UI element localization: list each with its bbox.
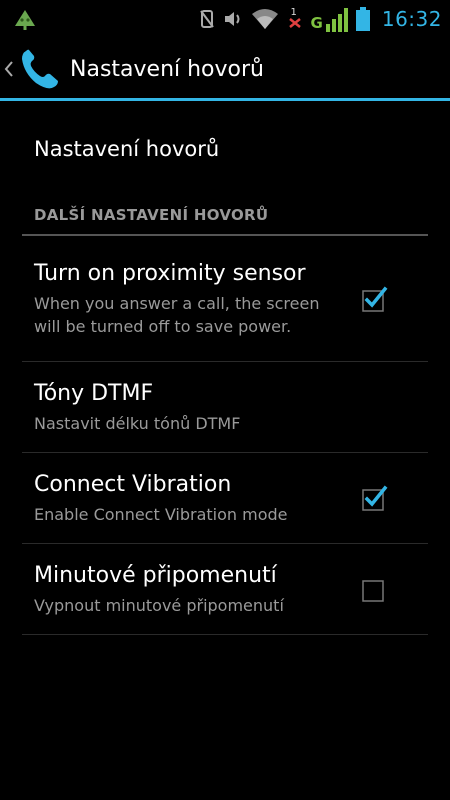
wifi-icon (251, 9, 278, 29)
proximity-sensor-checkbox[interactable] (362, 286, 388, 312)
silent-icon (199, 10, 214, 28)
category-title: DALŠÍ NASTAVENÍ HOVORŮ (34, 206, 269, 224)
category-header: DALŠÍ NASTAVENÍ HOVORŮ (22, 196, 428, 236)
status-bar: 1 G 16:32 (0, 0, 450, 38)
pref-summary: When you answer a call, the screen will … (34, 293, 320, 336)
battery-icon (355, 7, 370, 31)
signal-indicator: G (311, 6, 348, 32)
pref-item-proximity-sensor[interactable]: Turn on proximity sensor When you answer… (22, 236, 428, 362)
pref-item-connect-vibration[interactable]: Connect Vibration Enable Connect Vibrati… (22, 453, 428, 544)
network-type: G (310, 14, 323, 32)
pref-title: Nastavení hovorů (34, 136, 220, 161)
connect-vibration-checkbox[interactable] (362, 485, 388, 511)
pref-summary: Vypnout minutové připomenutí (34, 595, 284, 615)
volume-icon (224, 12, 240, 26)
no-sim-icon: 1 (287, 7, 303, 31)
pref-title: Turn on proximity sensor (34, 260, 306, 286)
pref-title: Connect Vibration (34, 471, 232, 497)
up-caret-icon[interactable] (2, 38, 16, 100)
pref-item-dtmf-tones[interactable]: Tóny DTMF Nastavit délku tónů DTMF (22, 362, 428, 453)
phone-icon[interactable] (16, 45, 64, 93)
signal-icon (325, 8, 348, 32)
minute-reminder-checkbox[interactable] (362, 576, 388, 602)
pref-item-call-settings[interactable]: Nastavení hovorů (22, 101, 428, 196)
clock: 16:32 (381, 7, 442, 31)
pref-summary: Nastavit délku tónů DTMF (34, 413, 241, 433)
android-notification-icon (12, 6, 38, 32)
pref-item-minute-reminder[interactable]: Minutové připomenutí Vypnout minutové př… (22, 544, 428, 635)
action-bar[interactable]: Nastavení hovorů (0, 38, 450, 100)
action-bar-title: Nastavení hovorů (70, 56, 264, 82)
pref-title: Minutové připomenutí (34, 562, 277, 588)
pref-summary: Enable Connect Vibration mode (34, 504, 288, 524)
pref-title: Tóny DTMF (34, 380, 154, 406)
preferences-list: Nastavení hovorů DALŠÍ NASTAVENÍ HOVORŮ … (22, 101, 428, 635)
